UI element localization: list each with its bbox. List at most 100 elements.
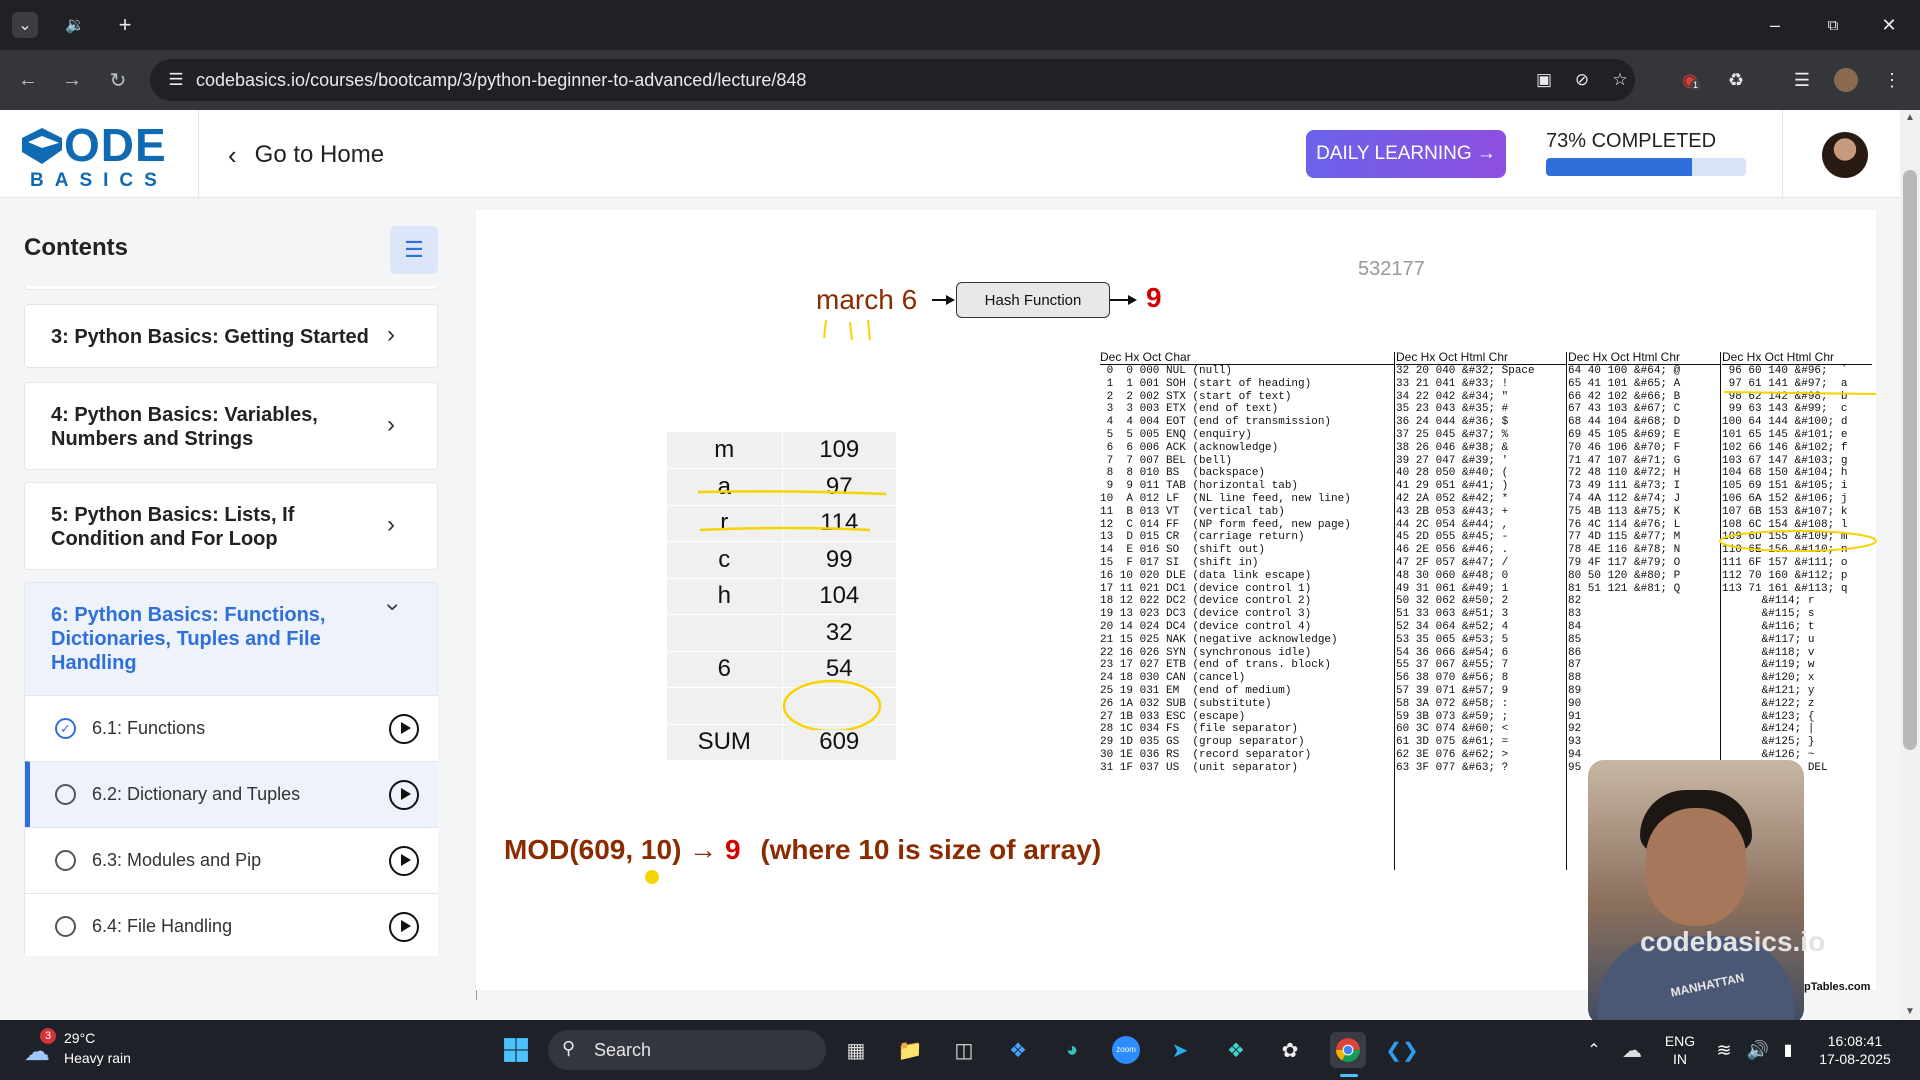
scroll-up-arrow-icon[interactable]: ▲ xyxy=(1905,112,1915,123)
course-progress-fill xyxy=(1546,158,1692,176)
go-to-home-link[interactable]: ‹ Go to Home xyxy=(228,140,384,170)
reload-icon[interactable]: ↻ xyxy=(104,66,132,94)
codebasics-logo[interactable]: ODE BASICS xyxy=(22,118,198,191)
chatgpt-icon[interactable]: ✿ xyxy=(1272,1032,1308,1068)
extensions-puzzle-icon[interactable]: ♻ xyxy=(1722,66,1750,94)
tracking-protection-icon[interactable]: ⊘ xyxy=(1570,68,1594,92)
chrome-active-indicator xyxy=(1340,1074,1358,1077)
ascii-col-2: 32 20 040 &#32; Space 33 21 041 &#33; ! … xyxy=(1396,364,1566,775)
tab-audio-icon[interactable]: 🔉 xyxy=(62,12,88,38)
hash-result: 9 xyxy=(1146,282,1162,313)
ascii-header-3: Dec Hx Oct Html Chr xyxy=(1568,350,1681,364)
header-divider xyxy=(1782,110,1783,198)
incomplete-circle-icon xyxy=(55,916,76,937)
lesson-label: 6.2: Dictionary and Tuples xyxy=(92,784,301,804)
laser-pointer xyxy=(645,870,659,884)
module-4[interactable]: 4: Python Basics: Variables, Numbers and… xyxy=(24,382,438,470)
contents-menu-button[interactable]: ☰ xyxy=(390,226,438,274)
module-title: 5: Python Basics: Lists, If Condition an… xyxy=(51,504,295,550)
site-info-icon[interactable]: ☰ xyxy=(164,68,188,92)
restore-button[interactable]: ⧉ xyxy=(1810,10,1856,40)
minimize-button[interactable]: – xyxy=(1752,10,1798,40)
lesson-label: 6.3: Modules and Pip xyxy=(92,850,262,870)
language-region: IN xyxy=(1673,1051,1687,1067)
lesson-6-4[interactable]: 6.4: File Handling xyxy=(25,893,438,956)
module-6[interactable]: 6: Python Basics: Functions, Dictionarie… xyxy=(24,582,438,956)
completed-check-icon: ✓ xyxy=(55,718,76,739)
ascii-col-3: 64 40 100 &#64; @ 65 41 101 &#65; A 66 4… xyxy=(1568,364,1720,775)
clock-date: 17-08-2025 xyxy=(1819,1051,1891,1067)
lesson-6-2[interactable]: 6.2: Dictionary and Tuples xyxy=(25,761,438,827)
new-tab-button[interactable]: + xyxy=(112,12,138,38)
daily-learning-button[interactable]: DAILY LEARNING → xyxy=(1306,130,1506,178)
play-icon[interactable] xyxy=(389,912,419,942)
browser-menu-icon[interactable]: ⋮ xyxy=(1878,66,1906,94)
module-title: 4: Python Basics: Variables, Numbers and… xyxy=(51,404,318,450)
play-icon[interactable] xyxy=(389,846,419,876)
profile-avatar-icon[interactable] xyxy=(1832,66,1860,94)
module-list: 3: Python Basics: Getting Started › 4: P… xyxy=(24,286,438,956)
bookmark-star-icon[interactable]: ☆ xyxy=(1608,68,1632,92)
module-3[interactable]: 3: Python Basics: Getting Started › xyxy=(24,304,438,368)
extension-badge: 1 xyxy=(1690,80,1702,90)
vscode-icon[interactable]: ❮❯ xyxy=(1384,1032,1420,1068)
address-bar[interactable]: ☰ codebasics.io/courses/bootcamp/3/pytho… xyxy=(150,59,1635,101)
edge-icon[interactable]: ◕ xyxy=(1054,1032,1090,1068)
url-text[interactable]: codebasics.io/courses/bootcamp/3/python-… xyxy=(196,70,806,91)
tab-search-button[interactable]: ⌄ xyxy=(12,12,38,38)
close-window-button[interactable]: ✕ xyxy=(1866,10,1912,40)
incomplete-circle-icon xyxy=(55,850,76,871)
capcut-icon[interactable]: ❖ xyxy=(1218,1032,1254,1068)
scroll-thumb[interactable] xyxy=(1903,170,1917,750)
install-app-icon[interactable]: ▣ xyxy=(1532,68,1556,92)
weather-badge: 3 xyxy=(40,1028,56,1044)
extension-record-icon[interactable]: ◉ 1 xyxy=(1676,66,1704,94)
user-avatar[interactable] xyxy=(1822,132,1868,178)
ascii-header-2: Dec Hx Oct Html Chr xyxy=(1396,350,1509,364)
clock-time: 16:08:41 xyxy=(1827,1033,1883,1049)
zoom-icon[interactable]: zoom xyxy=(1108,1032,1144,1068)
course-sidebar: Contents ☰ 3: Python Basics: Getting Sta… xyxy=(0,198,476,1020)
clock[interactable]: 16:08:41 17-08-2025 xyxy=(1808,1032,1902,1068)
show-hidden-icons-chevron-icon[interactable]: ⌃ xyxy=(1576,1032,1612,1068)
chrome-icon[interactable] xyxy=(1330,1032,1366,1068)
play-icon[interactable] xyxy=(389,780,419,810)
progress-label: 73% COMPLETED xyxy=(1546,130,1717,152)
chevron-right-icon: › xyxy=(387,511,395,538)
scroll-down-arrow-icon[interactable]: ▼ xyxy=(1905,1006,1915,1017)
incomplete-circle-icon xyxy=(55,784,76,805)
module-5[interactable]: 5: Python Basics: Lists, If Condition an… xyxy=(24,482,438,570)
lesson-6-3[interactable]: 6.3: Modules and Pip xyxy=(25,827,438,893)
reading-list-icon[interactable]: ☰ xyxy=(1788,66,1816,94)
task-view-icon[interactable]: ▦ xyxy=(838,1032,874,1068)
arrow-to-hash xyxy=(932,299,946,301)
file-explorer-icon[interactable]: 📁 xyxy=(892,1032,928,1068)
weather-widget[interactable]: ☁ 3 29°C Heavy rain xyxy=(20,1028,150,1070)
microsoft-store-icon[interactable]: ◫ xyxy=(946,1032,982,1068)
language-indicator[interactable]: ENG IN xyxy=(1660,1032,1700,1068)
module-title: 3: Python Basics: Getting Started xyxy=(51,326,369,348)
copilot-icon[interactable]: ❖ xyxy=(1000,1032,1036,1068)
telegram-icon[interactable]: ➤ xyxy=(1162,1032,1198,1068)
taskbar-search[interactable]: ⚲ Search xyxy=(548,1030,826,1070)
contents-title: Contents xyxy=(24,234,128,261)
page-scrollbar[interactable]: ▲ ▼ xyxy=(1900,110,1920,1020)
search-placeholder: Search xyxy=(594,1040,652,1060)
chevron-left-icon: ‹ xyxy=(228,139,237,170)
mod-note: (where 10 is size of array) xyxy=(760,834,1102,865)
battery-icon[interactable]: ▮ xyxy=(1770,1032,1806,1068)
lesson-6-1[interactable]: ✓ 6.1: Functions xyxy=(25,695,438,761)
windows-start-icon[interactable] xyxy=(498,1032,534,1068)
instructor-webcam: MANHATTAN xyxy=(1588,760,1804,1020)
onedrive-cloud-icon[interactable]: ☁ xyxy=(1614,1032,1650,1068)
mod-formula: MOD(609, 10) → 9 (where 10 is size of ar… xyxy=(504,834,1101,866)
module-card-prev xyxy=(24,286,438,290)
forward-icon[interactable]: → xyxy=(58,66,86,94)
arrow-from-hash xyxy=(1110,299,1128,301)
wifi-icon[interactable]: ≋ xyxy=(1706,1032,1742,1068)
handwritten-ticks xyxy=(823,319,871,341)
browser-tabstrip: ⌄ 🔉 + – ⧉ ✕ xyxy=(0,0,1920,50)
back-icon[interactable]: ← xyxy=(14,66,42,94)
logo-mark-icon xyxy=(22,128,62,164)
play-icon[interactable] xyxy=(389,714,419,744)
